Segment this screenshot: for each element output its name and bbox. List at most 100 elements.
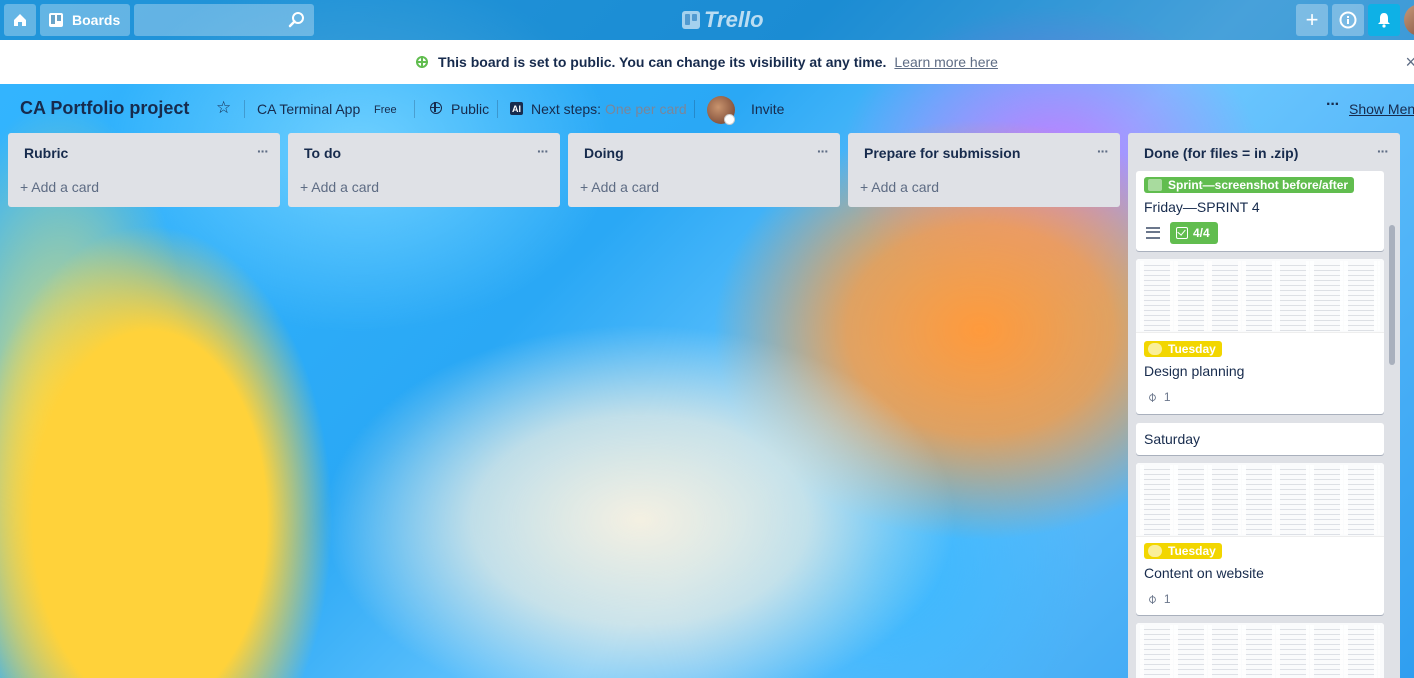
add-icon: +: [1305, 7, 1319, 32]
list-rubric: Rubric ··· + Add a card: [8, 133, 280, 207]
card-label[interactable]: Tuesday: [1144, 543, 1222, 559]
list-doing: Doing ··· + Add a card: [568, 133, 840, 207]
create-button[interactable]: +: [1296, 4, 1328, 36]
card-title: Design planning: [1144, 363, 1245, 379]
add-card-label: + Add a card: [300, 179, 380, 195]
list-done: Done (for files = in .zip) ··· Sprint—sc…: [1128, 133, 1400, 678]
list-header[interactable]: Rubric ···: [8, 133, 280, 171]
attachment-badge: ⌀ 1: [1143, 389, 1171, 405]
banner-text: This board is set to public. You can cha…: [438, 54, 887, 70]
public-board-banner: This board is set to public. You can cha…: [0, 40, 1414, 84]
list-header[interactable]: Prepare for submission ···: [848, 133, 1120, 171]
list-menu-icon[interactable]: ···: [257, 143, 269, 159]
divider: [694, 100, 695, 118]
label-text: Tuesday: [1168, 342, 1216, 356]
attachment-count: 1: [1163, 592, 1171, 606]
learn-more-link[interactable]: Learn more here: [894, 54, 998, 70]
add-card-button[interactable]: + Add a card: [568, 171, 840, 207]
add-card-label: + Add a card: [580, 179, 660, 195]
card-title: Content on website: [1144, 565, 1264, 581]
team-button[interactable]: CA Terminal App: [257, 101, 360, 117]
label-pattern-icon: [1148, 343, 1162, 355]
card-content-on-website[interactable]: Tuesday Content on website ⌀ 1: [1136, 463, 1384, 615]
attachment-badge: ⌀ 1: [1143, 591, 1171, 607]
card-title: Friday—SPRINT 4: [1144, 199, 1260, 215]
list-menu-icon[interactable]: ···: [1377, 143, 1389, 159]
invite-button[interactable]: Invite: [751, 101, 784, 117]
label-text: Sprint—screenshot before/after: [1168, 178, 1349, 192]
attachment-count: 1: [1163, 390, 1171, 404]
list-menu-icon[interactable]: ···: [1097, 143, 1109, 159]
bell-icon: [1378, 13, 1390, 28]
checklist-badge: 4/4: [1170, 222, 1218, 244]
add-card-button[interactable]: + Add a card: [288, 171, 560, 207]
card-image-partial[interactable]: [1136, 623, 1384, 678]
show-menu-button[interactable]: Show Menu: [1349, 101, 1414, 117]
boards-label: Boards: [72, 12, 121, 28]
list-title[interactable]: To do: [304, 145, 341, 161]
divider: [414, 100, 415, 118]
list-header[interactable]: To do ···: [288, 133, 560, 171]
globe-icon: [416, 56, 429, 68]
list-title[interactable]: Done (for files = in .zip): [1144, 145, 1298, 161]
card-cover-image: [1136, 623, 1384, 678]
list-to-do: To do ··· + Add a card: [288, 133, 560, 207]
add-card-label: + Add a card: [860, 179, 940, 195]
paperclip-icon: ⌀: [1143, 388, 1160, 405]
list-title[interactable]: Doing: [584, 145, 624, 161]
info-button[interactable]: [1332, 4, 1364, 36]
notifications-button[interactable]: [1368, 4, 1400, 36]
user-avatar[interactable]: [1404, 4, 1414, 36]
visibility-button[interactable]: Public: [451, 101, 489, 117]
card-cover-image: [1136, 259, 1384, 333]
checklist-icon: [1176, 227, 1188, 239]
star-icon[interactable]: ☆: [216, 98, 231, 118]
board-header: CA Portfolio project ☆ CA Terminal App F…: [0, 90, 1414, 130]
card-saturday[interactable]: Saturday: [1136, 423, 1384, 455]
list-title[interactable]: Prepare for submission: [864, 145, 1020, 161]
label-pattern-icon: [1148, 179, 1162, 191]
admin-badge-icon: [724, 114, 735, 125]
card-title: Saturday: [1144, 431, 1201, 447]
trello-logo[interactable]: Trello: [682, 6, 764, 34]
card-friday-sprint-4[interactable]: Sprint—screenshot before/after Friday—SP…: [1136, 171, 1384, 251]
next-steps-value[interactable]: One per card: [605, 101, 687, 117]
card-design-planning[interactable]: Tuesday Design planning ⌀ 1: [1136, 259, 1384, 414]
board-title[interactable]: CA Portfolio project: [20, 98, 189, 119]
description-icon: [1146, 227, 1160, 239]
list-title[interactable]: Rubric: [24, 145, 68, 161]
next-steps-label[interactable]: Next steps:: [531, 101, 601, 117]
add-card-button[interactable]: + Add a card: [8, 171, 280, 207]
checklist-count: 4/4: [1193, 226, 1210, 240]
add-card-label: + Add a card: [20, 179, 100, 195]
more-icon[interactable]: ···: [1326, 96, 1340, 114]
globe-icon: [430, 102, 442, 114]
close-icon[interactable]: ×: [1405, 52, 1414, 73]
boards-button[interactable]: Boards: [40, 4, 130, 36]
list-menu-icon[interactable]: ···: [817, 143, 829, 159]
plan-badge: Free: [374, 104, 397, 116]
divider: [244, 100, 245, 118]
label-pattern-icon: [1148, 545, 1162, 557]
list-header[interactable]: Doing ···: [568, 133, 840, 171]
list-menu-icon[interactable]: ···: [537, 143, 549, 159]
divider: [497, 100, 498, 118]
add-card-button[interactable]: + Add a card: [848, 171, 1120, 207]
search-input[interactable]: [134, 4, 314, 36]
info-icon: [1339, 11, 1357, 29]
list-header[interactable]: Done (for files = in .zip) ···: [1128, 133, 1400, 171]
trello-logo-icon: [682, 11, 700, 29]
search-icon[interactable]: [288, 11, 306, 29]
power-up-icon: AI: [510, 102, 523, 115]
card-cover-image: [1136, 463, 1384, 537]
card-label[interactable]: Tuesday: [1144, 341, 1222, 357]
home-button[interactable]: [4, 4, 36, 36]
top-header: Boards Trello +: [0, 0, 1414, 40]
list-scrollbar[interactable]: [1389, 225, 1395, 365]
paperclip-icon: ⌀: [1143, 590, 1160, 607]
logo-text: Trello: [704, 7, 764, 32]
card-label[interactable]: Sprint—screenshot before/after: [1144, 177, 1355, 193]
label-text: Tuesday: [1168, 544, 1216, 558]
boards-icon: [49, 13, 63, 27]
home-icon: [14, 14, 26, 26]
